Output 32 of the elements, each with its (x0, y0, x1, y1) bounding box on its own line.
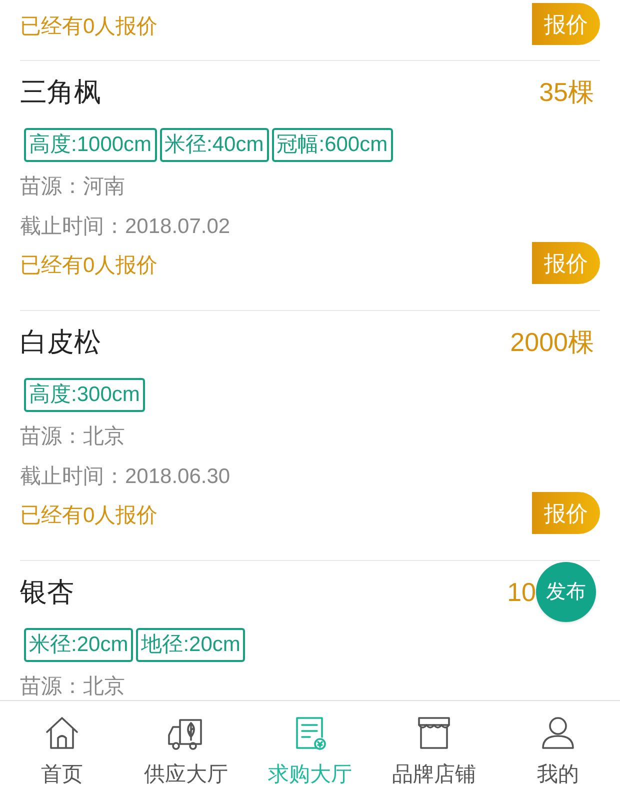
home-icon (44, 715, 80, 751)
quote-button[interactable]: 报价 (532, 3, 600, 45)
spec-tag: 米径:20cm (24, 628, 134, 662)
quote-count: 已经有0人报价 (20, 253, 158, 279)
quantity: 10 (507, 576, 536, 608)
tab-item[interactable]: 品牌店铺 (372, 701, 496, 800)
plant-name: 三角枫 (20, 76, 101, 109)
person-icon (540, 715, 576, 751)
spec-tag: 地径:20cm (136, 628, 246, 662)
origin-text: 苗源：河南 (20, 174, 126, 200)
publish-button[interactable]: 发布 (536, 562, 596, 622)
origin-text: 苗源：北京 (20, 674, 126, 700)
spec-tag: 高度:1000cm (24, 128, 157, 162)
quote-count: 已经有0人报价 (20, 14, 158, 40)
tab-item[interactable]: 首页 (0, 701, 124, 800)
quantity: 35棵 (539, 76, 594, 108)
quote-count: 已经有0人报价 (20, 503, 158, 529)
tab-item[interactable]: 求购大厅 (248, 701, 372, 800)
quantity: 2000棵 (510, 326, 594, 358)
tab-item[interactable]: 供应大厅 (124, 701, 248, 800)
spec-tag: 冠幅:600cm (272, 128, 393, 162)
quote-button[interactable]: 报价 (532, 242, 600, 284)
deadline-text: 截止时间：2018.07.02 (20, 214, 232, 240)
origin-text: 苗源：北京 (20, 424, 126, 450)
spec-tag: 高度:300cm (24, 378, 145, 412)
plant-name: 白皮松 (20, 326, 101, 359)
quote-button[interactable]: 报价 (532, 492, 600, 534)
spec-tag: 米径:40cm (160, 128, 269, 162)
plant-name: 银杏 (20, 576, 74, 609)
tab-item[interactable]: 我的 (496, 701, 620, 800)
storefront-icon (415, 715, 453, 751)
deadline-text: 截止时间：2018.06.30 (20, 464, 232, 490)
